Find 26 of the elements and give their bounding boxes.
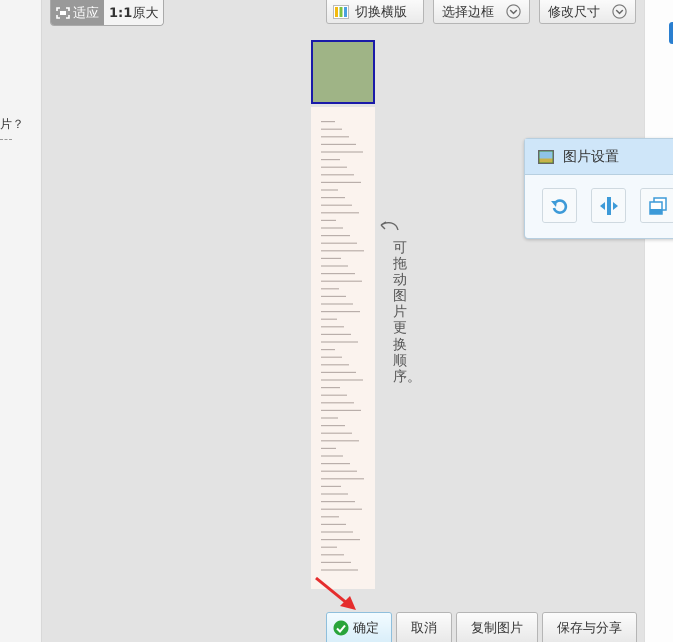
flip-icon	[598, 196, 618, 216]
photo-placeholder[interactable]	[311, 40, 375, 104]
check-icon	[333, 620, 349, 636]
layout-icon	[333, 4, 349, 18]
rotate-button[interactable]	[542, 188, 577, 223]
toolbar-button[interactable]: 修改尺寸	[539, 0, 636, 24]
caret-icon	[506, 4, 521, 19]
action-button[interactable]: 复制图片	[456, 612, 538, 642]
pointer-arrow	[314, 576, 358, 612]
toolbar-button[interactable]: 选择边框	[433, 0, 530, 24]
view-toggle-button[interactable]: 1:1原大	[104, 0, 164, 25]
action-button[interactable]: 保存与分享	[542, 612, 637, 642]
copy-icon	[648, 196, 668, 216]
document-thumbnail[interactable]	[310, 106, 376, 590]
action-button[interactable]: 取消	[396, 612, 452, 642]
side-tab[interactable]	[669, 22, 673, 44]
panel-title: 图片设置	[563, 148, 619, 166]
copy-button[interactable]	[640, 188, 673, 223]
action-button[interactable]: 确定	[326, 612, 392, 642]
flip-button[interactable]	[591, 188, 626, 223]
fit-icon	[56, 6, 70, 18]
caret-icon	[612, 4, 627, 19]
note-arrow	[378, 220, 400, 232]
toolbar-button[interactable]: 切换横版	[326, 0, 424, 24]
side-text: 片？	[0, 116, 24, 133]
picture-icon	[538, 150, 554, 164]
